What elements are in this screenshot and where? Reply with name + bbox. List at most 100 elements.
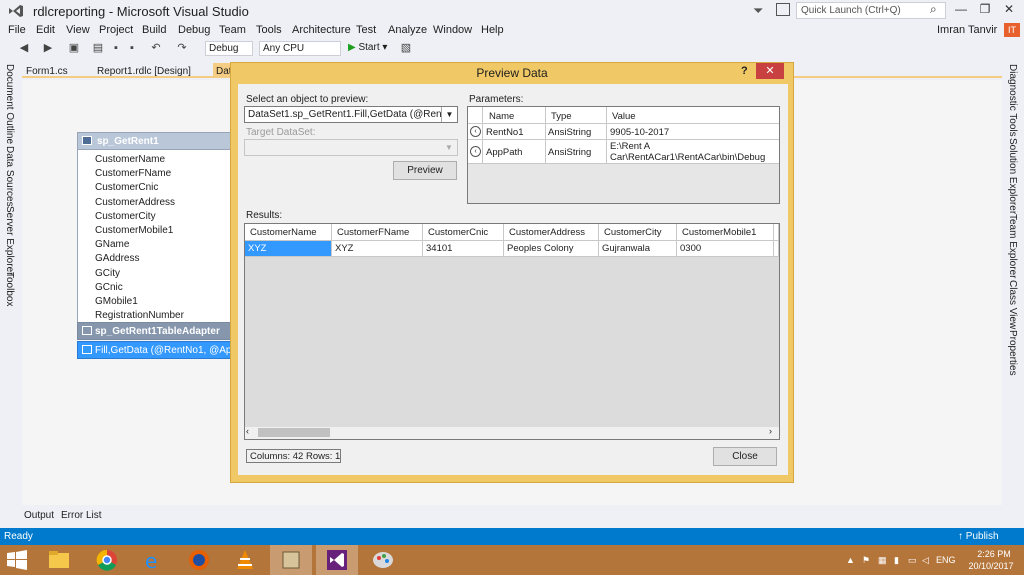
navigate-back-icon[interactable]: ◀ — [18, 42, 30, 54]
datatable-field[interactable]: GName — [95, 239, 129, 250]
datatable-field[interactable]: GCity — [95, 268, 120, 279]
volume-icon[interactable]: ◁ — [922, 555, 929, 566]
notification-filter-icon[interactable]: ⏷ — [753, 3, 763, 19]
close-window-button[interactable]: ✕ — [998, 2, 1020, 20]
chevron-down-icon[interactable]: ▼ — [441, 107, 457, 122]
save-icon[interactable]: ▪ — [110, 42, 122, 54]
tab-toolbox[interactable]: Toolbox — [4, 272, 15, 306]
input-language[interactable]: ENG — [936, 555, 956, 565]
avatar[interactable]: IT — [1004, 23, 1020, 37]
menu-test[interactable]: Test — [356, 24, 376, 36]
tab-team-explorer[interactable]: Team Explorer — [1007, 214, 1018, 278]
visual-studio-taskbar-icon[interactable] — [316, 545, 358, 575]
tab-data-sources[interactable]: Data Sources — [4, 146, 15, 207]
menu-team[interactable]: Team — [219, 24, 246, 36]
datatable-field[interactable]: CustomerMobile1 — [95, 225, 173, 236]
result-cell[interactable]: XYZ — [245, 241, 332, 257]
tab-properties[interactable]: Properties — [1007, 330, 1018, 376]
chrome-icon[interactable] — [86, 545, 128, 575]
menu-architecture[interactable]: Architecture — [292, 24, 351, 36]
navigate-forward-icon[interactable]: ▶ — [42, 42, 54, 54]
param-value-field[interactable]: E:\Rent A — [610, 141, 650, 152]
user-name[interactable]: Imran Tanvir — [937, 24, 997, 36]
solution-platform-select[interactable]: Any CPU — [259, 41, 341, 56]
scroll-left-icon[interactable]: ‹ — [246, 426, 249, 436]
tab-form1[interactable]: Form1.cs — [26, 66, 68, 77]
vlc-icon[interactable] — [224, 545, 266, 575]
target-dataset-select[interactable] — [244, 139, 458, 156]
datatable-field[interactable]: CustomerCnic — [95, 182, 158, 193]
start-button[interactable]: ▶ Start ▾ — [348, 42, 387, 53]
tray-app-icon[interactable]: ▦ — [878, 555, 887, 566]
clock-time[interactable]: 2:26 PM — [974, 549, 1014, 559]
result-cell[interactable]: Gujranwala — [599, 241, 677, 257]
preview-button[interactable]: Preview — [393, 161, 457, 180]
menu-view[interactable]: View — [66, 24, 90, 36]
param-value-field[interactable]: 9905-10-2017 — [610, 127, 669, 138]
minimize-button[interactable]: — — [950, 2, 972, 20]
open-file-icon[interactable]: ▤ — [92, 42, 104, 54]
datatable-field[interactable]: CustomerFName — [95, 168, 171, 179]
firefox-icon[interactable] — [178, 545, 220, 575]
scroll-right-icon[interactable]: › — [769, 426, 772, 436]
result-column-header[interactable]: CustomerFName — [332, 224, 423, 241]
publish-button[interactable]: ↑ Publish — [958, 531, 999, 542]
extension-icon[interactable]: ▧ — [400, 42, 412, 54]
battery-icon[interactable]: ▭ — [908, 555, 917, 566]
feedback-icon[interactable] — [776, 3, 790, 16]
redo-icon[interactable]: ↷ — [176, 42, 188, 54]
menu-window[interactable]: Window — [433, 24, 472, 36]
undo-icon[interactable]: ↶ — [150, 42, 162, 54]
menu-build[interactable]: Build — [142, 24, 166, 36]
result-cell[interactable]: 0300 — [677, 241, 774, 257]
tab-diagnostic-tools[interactable]: Diagnostic Tools — [1007, 64, 1018, 137]
menu-file[interactable]: File — [8, 24, 26, 36]
menu-debug[interactable]: Debug — [178, 24, 210, 36]
menu-analyze[interactable]: Analyze — [388, 24, 427, 36]
internet-explorer-icon[interactable]: e — [132, 545, 174, 575]
windows-start-icon[interactable] — [6, 550, 28, 570]
dialog-close-icon[interactable]: ✕ — [756, 63, 784, 79]
restore-button[interactable]: ❐ — [974, 2, 996, 20]
tab-document-outline[interactable]: Document Outline — [4, 64, 15, 144]
file-explorer-icon[interactable] — [38, 545, 80, 575]
tool-app-icon[interactable] — [270, 545, 312, 575]
param-value-field-line2[interactable]: Car\RentACar1\RentACar\bin\Debug — [610, 152, 765, 163]
clock-date[interactable]: 20/10/2017 — [966, 561, 1016, 571]
datatable-field[interactable]: CustomerAddress — [95, 197, 175, 208]
tab-report1-design[interactable]: Report1.rdlc [Design] — [97, 66, 191, 77]
datatable-field[interactable]: GCnic — [95, 282, 123, 293]
menu-project[interactable]: Project — [99, 24, 133, 36]
result-cell[interactable]: 34101 — [423, 241, 504, 257]
paint-icon[interactable] — [362, 545, 404, 575]
close-button[interactable]: Close — [713, 447, 777, 466]
result-column-header[interactable]: CustomerName — [245, 224, 332, 241]
datatable-field[interactable]: GAddress — [95, 253, 139, 264]
result-column-header[interactable]: CustomerMobile1 — [677, 224, 774, 241]
solution-config-select[interactable]: Debug — [205, 41, 253, 56]
result-cell[interactable]: XYZ — [332, 241, 423, 257]
result-column-header[interactable]: CustomerCnic — [423, 224, 504, 241]
menu-edit[interactable]: Edit — [36, 24, 55, 36]
datatable-field[interactable]: CustomerName — [95, 154, 165, 165]
tray-flag-icon[interactable]: ⚑ — [862, 555, 870, 566]
datatable-field[interactable]: GMobile1 — [95, 296, 138, 307]
search-icon[interactable]: ⌕ — [930, 2, 937, 17]
datatable-field[interactable]: CustomerCity — [95, 211, 156, 222]
tab-solution-explorer[interactable]: Solution Explorer — [1007, 138, 1018, 214]
result-cell[interactable]: Peoples Colony — [504, 241, 599, 257]
result-column-header[interactable]: CustomerCity — [599, 224, 677, 241]
save-all-icon[interactable]: ▪ — [126, 42, 138, 54]
object-select[interactable]: DataSet1.sp_GetRent1.Fill,GetData (@Rent… — [244, 106, 458, 123]
quick-launch-input[interactable]: Quick Launch (Ctrl+Q) — [796, 2, 946, 19]
help-icon[interactable]: ? — [741, 65, 748, 77]
tab-output[interactable]: Output — [24, 510, 54, 521]
menu-help[interactable]: Help — [481, 24, 504, 36]
menu-tools[interactable]: Tools — [256, 24, 282, 36]
tab-class-view[interactable]: Class View — [1007, 280, 1018, 329]
result-column-header[interactable]: CustomerAddress — [504, 224, 599, 241]
datatable-field[interactable]: RegistrationNumber — [95, 310, 184, 321]
network-icon[interactable]: ▮ — [894, 555, 899, 566]
scrollbar-thumb[interactable] — [258, 428, 330, 437]
new-project-icon[interactable]: ▣ — [68, 42, 80, 54]
